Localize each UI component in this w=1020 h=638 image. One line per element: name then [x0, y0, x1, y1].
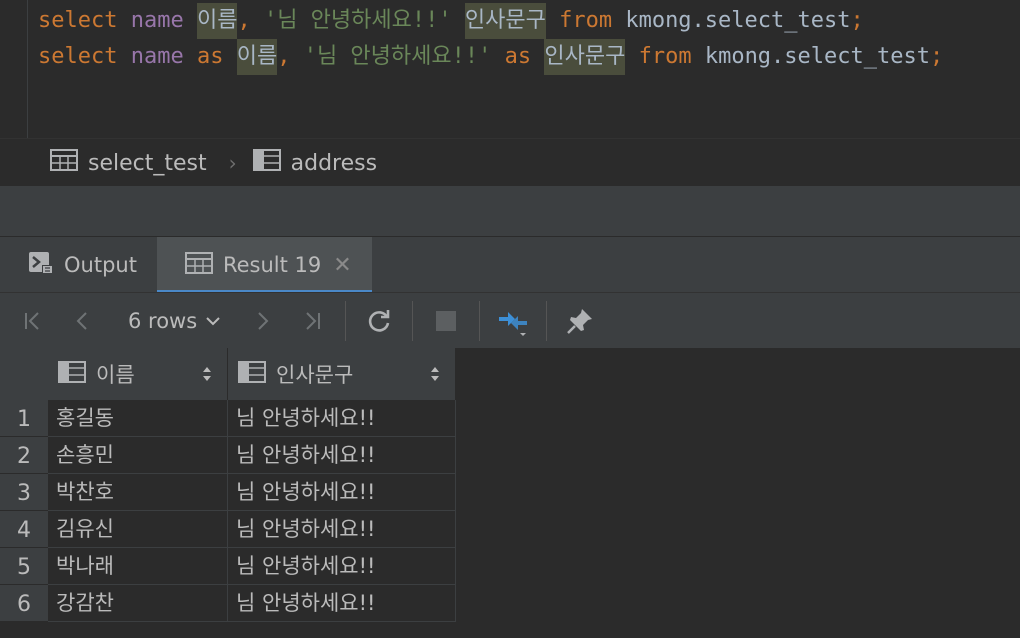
- chevron-right-icon: ›: [228, 151, 237, 175]
- page-size-dropdown[interactable]: 6 rows: [108, 309, 237, 333]
- first-page-button[interactable]: [8, 293, 58, 349]
- tab-result-19[interactable]: Result 19 ✕: [156, 237, 372, 293]
- breadcrumb: select_test › address: [0, 138, 1020, 188]
- kw-select: select: [38, 44, 118, 69]
- tab-label: Result 19: [222, 253, 322, 277]
- table-cell[interactable]: 손흥민: [48, 437, 228, 474]
- alias-2: 인사문구: [544, 39, 626, 75]
- semicolon: ;: [930, 44, 944, 69]
- table-icon: [184, 251, 213, 279]
- stop-icon: [436, 311, 457, 331]
- breadcrumb-label: select_test: [88, 150, 207, 176]
- kw-select: select: [38, 8, 118, 33]
- breadcrumb-item-address[interactable]: address: [252, 149, 378, 177]
- alias-2: 인사문구: [464, 3, 546, 39]
- tab-output[interactable]: Output: [0, 237, 157, 293]
- first-page-icon: [25, 312, 39, 330]
- next-page-button[interactable]: [237, 293, 287, 349]
- tab-label: Output: [64, 253, 137, 277]
- results-tab-bar: Output Result 19 ✕: [0, 236, 1020, 293]
- table-cell[interactable]: 님 안녕하세요!!: [228, 548, 456, 585]
- string-literal: '님 안녕하세요!!': [303, 44, 492, 69]
- semicolon: ;: [850, 8, 864, 33]
- last-page-icon: [306, 312, 321, 330]
- table-cell[interactable]: 님 안녕하세요!!: [228, 437, 456, 474]
- console-icon: [28, 251, 54, 280]
- column-header-label: 인사문구: [276, 363, 354, 387]
- editor-gutter-divider: [27, 0, 28, 138]
- row-number[interactable]: 5: [0, 548, 48, 585]
- column-icon: [238, 360, 266, 388]
- refresh-icon: [369, 310, 390, 332]
- kw-as: as: [196, 44, 224, 69]
- column-header-label: 이름: [96, 363, 135, 387]
- panel-spacer: [0, 186, 1020, 236]
- comma: ,: [237, 8, 251, 33]
- column-header-greeting[interactable]: 인사문구: [228, 348, 456, 400]
- table-icon: [50, 149, 78, 177]
- rows-count-label: 6 rows: [128, 309, 198, 333]
- close-icon[interactable]: ✕: [333, 253, 351, 278]
- breadcrumb-item-select-test[interactable]: select_test: [50, 149, 207, 177]
- row-number[interactable]: 2: [0, 437, 48, 474]
- row-number[interactable]: 1: [0, 400, 48, 437]
- results-toolbar: 6 rows: [0, 292, 1020, 349]
- string-literal: '님 안녕하세요!!': [263, 8, 452, 33]
- chevron-left-icon: [76, 312, 87, 330]
- chevron-down-icon: [206, 317, 220, 326]
- stop-button[interactable]: [421, 293, 471, 349]
- alias-1: 이름: [236, 39, 278, 75]
- row-header-corner: [0, 348, 48, 400]
- compare-button[interactable]: [488, 293, 538, 349]
- code-line-1[interactable]: select name 이름, '님 안녕하세요!!' 인사문구 from km…: [38, 3, 864, 39]
- table-cell[interactable]: 홍길동: [48, 400, 228, 437]
- prev-page-button[interactable]: [58, 293, 108, 349]
- table-cell[interactable]: 님 안녕하세요!!: [228, 400, 456, 437]
- refresh-button[interactable]: [354, 293, 404, 349]
- table-cell[interactable]: 님 안녕하세요!!: [228, 585, 456, 622]
- row-number[interactable]: 4: [0, 511, 48, 548]
- compare-icon: [499, 312, 528, 336]
- kw-from: from: [638, 44, 692, 69]
- kw-as: as: [504, 44, 532, 69]
- alias-1: 이름: [196, 3, 238, 39]
- table-cell[interactable]: 강감찬: [48, 585, 228, 622]
- col-name: name: [130, 44, 184, 69]
- toolbar-separator: [479, 301, 481, 341]
- toolbar-separator: [546, 301, 548, 341]
- last-page-button[interactable]: [287, 293, 337, 349]
- row-number[interactable]: 6: [0, 585, 48, 622]
- pin-tab-button[interactable]: [555, 293, 605, 349]
- table-cell[interactable]: 박나래: [48, 548, 228, 585]
- code-line-2[interactable]: select name as 이름, '님 안녕하세요!!' as 인사문구 f…: [38, 39, 943, 75]
- col-name: name: [130, 8, 184, 33]
- sort-icon[interactable]: [201, 364, 213, 389]
- column-icon: [252, 149, 281, 177]
- pin-icon: [567, 309, 593, 334]
- table-ref: kmong.select_test: [704, 44, 930, 69]
- toolbar-separator: [412, 301, 414, 341]
- table-cell[interactable]: 님 안녕하세요!!: [228, 474, 456, 511]
- kw-from: from: [559, 8, 613, 33]
- column-icon: [58, 360, 86, 388]
- results-grid[interactable]: 이름 인사문구 1 홍길동 님 안녕하세요!! 2 손흥민 님 안녕하세요!! …: [0, 348, 1020, 638]
- sql-editor[interactable]: select name 이름, '님 안녕하세요!!' 인사문구 from km…: [0, 0, 1020, 138]
- table-cell[interactable]: 님 안녕하세요!!: [228, 511, 456, 548]
- row-number[interactable]: 3: [0, 474, 48, 511]
- comma: ,: [277, 44, 291, 69]
- sort-icon[interactable]: [429, 364, 441, 389]
- breadcrumb-label: address: [290, 150, 378, 176]
- column-header-name[interactable]: 이름: [48, 348, 228, 400]
- table-cell[interactable]: 박찬호: [48, 474, 228, 511]
- table-cell[interactable]: 김유신: [48, 511, 228, 548]
- table-ref: kmong.select_test: [625, 8, 851, 33]
- toolbar-separator: [345, 301, 347, 341]
- chevron-right-icon: [258, 312, 269, 330]
